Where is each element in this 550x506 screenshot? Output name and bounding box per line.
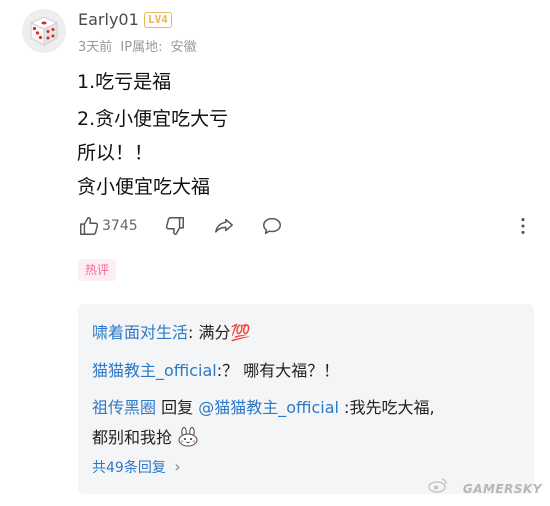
more-options-button[interactable] bbox=[512, 215, 534, 241]
comment-line-4: 贪小便宜吃大福 bbox=[77, 176, 211, 198]
comment-line-2: 2.贪小便宜吃大亏 bbox=[77, 108, 229, 130]
view-all-replies-label: 共49条回复 bbox=[92, 460, 166, 476]
rabbit-emoji-icon bbox=[178, 427, 198, 447]
thumbs-down-icon bbox=[165, 217, 184, 235]
share-icon bbox=[215, 218, 233, 233]
comment-meta: 3天前 IP属地: 安徽 bbox=[78, 36, 197, 55]
reply-thread: 啸着面对生活: 满分💯 猫猫教主_official:？ 哪有大福？！ 祖传黑圈 … bbox=[78, 304, 534, 494]
reply-word: 回复 bbox=[156, 398, 199, 417]
time-ago: 3天前 bbox=[78, 40, 113, 55]
view-all-replies-link[interactable]: 共49条回复 › bbox=[92, 457, 181, 477]
reply-text: 我先吃大福, bbox=[349, 398, 435, 417]
reply-item[interactable]: 祖传黑圈 回复 @猫猫教主_official :我先吃大福, bbox=[92, 394, 435, 418]
gamersky-watermark: GAMERSKY bbox=[462, 482, 542, 496]
reply-item[interactable]: 啸着面对生活: 满分💯 bbox=[92, 319, 250, 343]
ip-label: IP属地: bbox=[120, 40, 163, 55]
hundred-points-emoji-icon: 💯 bbox=[230, 323, 251, 342]
reply-text: 都别和我抢 bbox=[92, 428, 173, 447]
reply-text: 满分 bbox=[193, 323, 231, 342]
reply-button[interactable] bbox=[261, 215, 283, 241]
reply-author[interactable]: 啸着面对生活 bbox=[92, 323, 188, 342]
username[interactable]: Early01 bbox=[78, 10, 139, 29]
share-button[interactable] bbox=[213, 215, 235, 241]
reply-separator: : bbox=[338, 398, 350, 417]
reply-author[interactable]: 祖传黑圈 bbox=[92, 398, 156, 417]
comment-bubble-icon bbox=[263, 217, 281, 235]
avatar[interactable] bbox=[22, 9, 66, 53]
level-badge: LV4 bbox=[144, 12, 172, 28]
weibo-icon bbox=[428, 478, 447, 493]
reply-item[interactable]: 猫猫教主_official:？ 哪有大福？！ bbox=[92, 357, 339, 381]
comment-line-1: 1.吃亏是福 bbox=[77, 71, 172, 93]
reply-mention[interactable]: @猫猫教主_official bbox=[198, 398, 339, 417]
reply-text-continued: 都别和我抢 bbox=[92, 424, 199, 448]
dislike-button[interactable] bbox=[164, 215, 186, 241]
comment-line-3: 所以！！ bbox=[77, 142, 154, 164]
hot-comment-tag: 热评 bbox=[78, 259, 117, 281]
more-vertical-icon bbox=[521, 218, 525, 234]
weibo-watermark-logo bbox=[428, 477, 448, 497]
reply-author[interactable]: 猫猫教主_official bbox=[92, 361, 217, 380]
chevron-right-icon: › bbox=[174, 457, 181, 476]
dice-avatar-icon bbox=[22, 9, 66, 53]
like-button[interactable] bbox=[78, 215, 100, 241]
reply-text: ？ 哪有大福？！ bbox=[222, 361, 340, 380]
like-count: 3745 bbox=[102, 218, 138, 234]
ip-location: 安徽 bbox=[170, 40, 197, 55]
thumbs-up-icon bbox=[80, 217, 99, 235]
